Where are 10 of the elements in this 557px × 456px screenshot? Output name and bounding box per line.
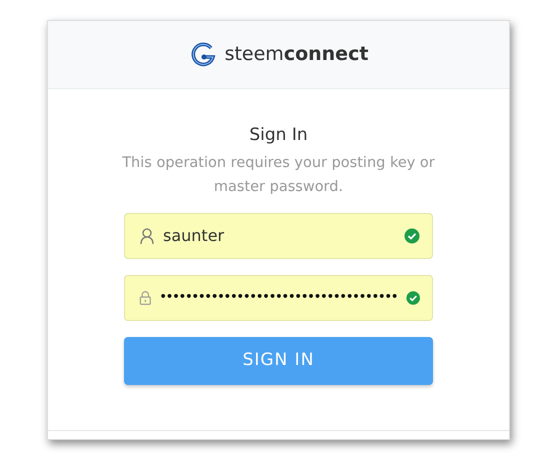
lock-icon xyxy=(139,290,152,306)
logo-icon xyxy=(188,40,217,68)
subtitle: This operation requires your posting key or master password. xyxy=(121,154,436,196)
username-field[interactable]: saunter xyxy=(124,212,433,258)
title: Sign In xyxy=(248,124,309,147)
logo-text: steemconnect xyxy=(224,42,368,68)
username-value: saunter xyxy=(163,224,226,246)
masked-password: ••••••••••••••••••••••••••••••••••••• xyxy=(160,289,398,306)
password-field[interactable]: ••••••••••••••••••••••••••••••••••••• xyxy=(124,274,433,320)
user-icon xyxy=(139,226,155,244)
